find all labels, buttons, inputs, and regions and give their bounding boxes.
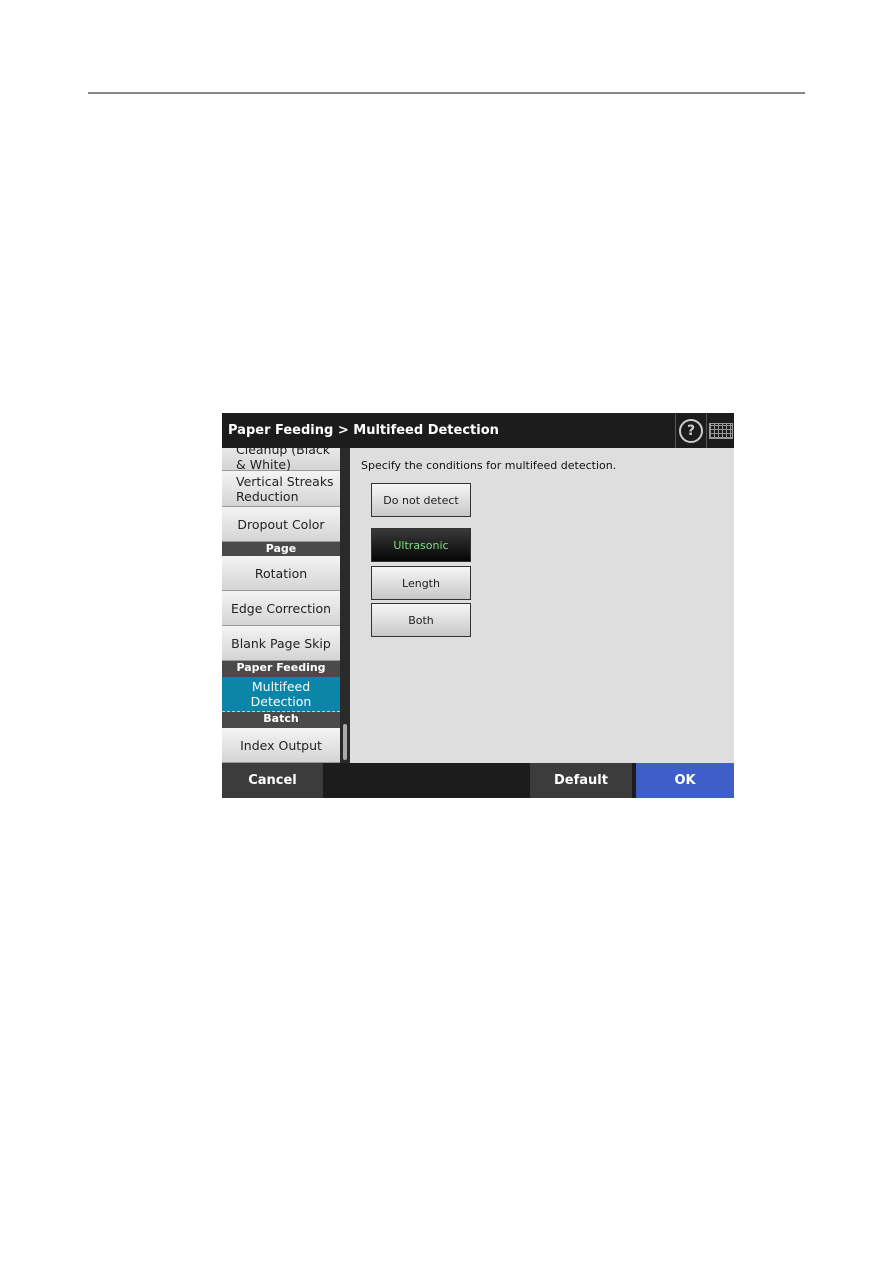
scrollbar-thumb[interactable] bbox=[343, 724, 347, 760]
header-bar: Paper Feeding > Multifeed Detection ? bbox=[222, 413, 734, 448]
help-icon: ? bbox=[679, 418, 703, 443]
scanner-settings-window: Paper Feeding > Multifeed Detection ? Cl… bbox=[222, 413, 734, 798]
sidebar-item-rotation[interactable]: Rotation bbox=[222, 556, 340, 591]
section-header-paper-feeding: Paper Feeding bbox=[222, 661, 340, 677]
sidebar-item-edge-correction[interactable]: Edge Correction bbox=[222, 591, 340, 626]
sidebar-item-multifeed-detection[interactable]: Multifeed Detection bbox=[222, 677, 340, 712]
option-length[interactable]: Length bbox=[371, 566, 471, 600]
help-button[interactable]: ? bbox=[675, 413, 706, 448]
ok-button[interactable]: OK bbox=[636, 763, 734, 798]
sidebar-item-vertical-streaks[interactable]: Vertical Streaks Reduction bbox=[222, 471, 340, 507]
option-both[interactable]: Both bbox=[371, 603, 471, 637]
page-rule bbox=[88, 92, 805, 94]
content-panel: Specify the conditions for multifeed det… bbox=[350, 448, 734, 763]
option-ultrasonic[interactable]: Ultrasonic bbox=[371, 528, 471, 562]
sidebar-item-cleanup[interactable]: Cleanup (Black & White) bbox=[222, 448, 340, 472]
sidebar: Cleanup (Black & White) Vertical Streaks… bbox=[222, 448, 340, 763]
option-do-not-detect[interactable]: Do not detect bbox=[371, 483, 471, 517]
sidebar-item-index-output[interactable]: Index Output bbox=[222, 728, 340, 763]
instruction-text: Specify the conditions for multifeed det… bbox=[361, 459, 617, 472]
footer-bar: Cancel Default OK bbox=[222, 763, 734, 798]
sidebar-scrollbar[interactable] bbox=[340, 448, 350, 763]
section-header-page: Page bbox=[222, 542, 340, 556]
sidebar-item-dropout-color[interactable]: Dropout Color bbox=[222, 507, 340, 542]
keyboard-button[interactable] bbox=[706, 413, 734, 448]
keyboard-icon bbox=[709, 422, 733, 439]
page-title: Paper Feeding > Multifeed Detection bbox=[228, 423, 499, 438]
default-button[interactable]: Default bbox=[530, 763, 632, 798]
section-header-batch: Batch bbox=[222, 712, 340, 728]
sidebar-item-blank-page-skip[interactable]: Blank Page Skip bbox=[222, 626, 340, 661]
cancel-button[interactable]: Cancel bbox=[222, 763, 323, 798]
